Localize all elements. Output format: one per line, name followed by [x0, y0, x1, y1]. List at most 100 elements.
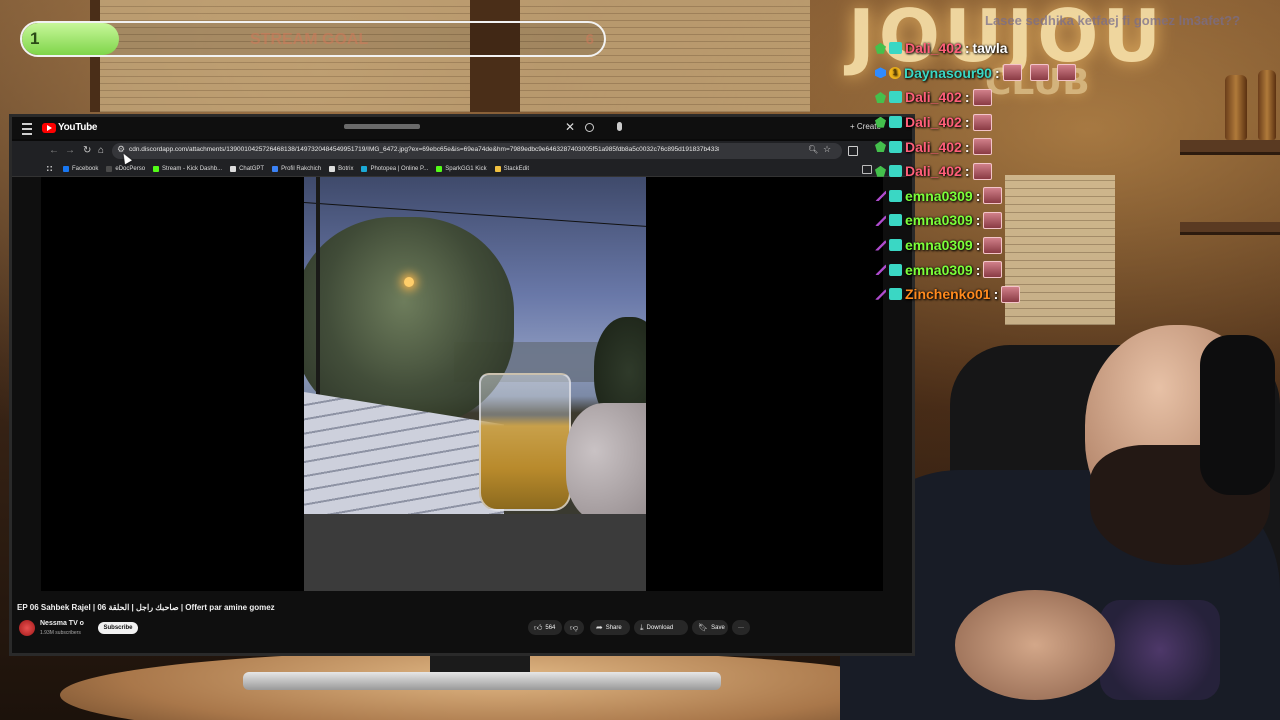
chat-overlay: Dali_402: tawla 1 Daynasour90: Dali_402: Dali… — [875, 36, 1105, 307]
chat-separator: : — [975, 237, 981, 254]
chat-username[interactable]: Daynasour90 — [904, 65, 992, 81]
like-button[interactable]: 👍︎ 564 — [528, 620, 562, 635]
bookmark-favicon-icon — [153, 165, 160, 172]
share-icon: ➦ — [596, 623, 603, 632]
home-icon[interactable]: ⌂ — [98, 145, 104, 156]
headset — [1200, 335, 1275, 495]
emote-icon — [1002, 64, 1022, 82]
chat-message: 1 Daynasour90: — [875, 61, 1105, 86]
page-content: EP 06 Sahbek Rajel | صاحبك راجل | الحلقة… — [12, 177, 912, 653]
bookmark-favicon-icon — [230, 165, 237, 172]
chat-username[interactable]: emna0309 — [905, 188, 973, 204]
all-bookmarks-icon[interactable] — [862, 165, 872, 174]
bookmark-favicon-icon — [272, 165, 279, 172]
zoom-icon[interactable]: 🔍︎ — [808, 145, 818, 154]
bottle — [1225, 75, 1247, 140]
stream-goal-bar: 1 STREAM GOAL 6 — [20, 21, 606, 57]
shared-photo[interactable] — [304, 177, 646, 514]
purple-badge-icon — [875, 288, 886, 300]
download-label: Download — [646, 624, 674, 631]
bookmark-item[interactable]: eDocPerso — [106, 165, 145, 172]
extensions-icon[interactable] — [848, 146, 858, 156]
video-player[interactable] — [41, 177, 883, 591]
apps-grid-icon[interactable] — [46, 165, 53, 172]
bookmark-item[interactable]: ChatGPT — [230, 165, 265, 172]
youtube-logo[interactable]: YouTube — [42, 122, 98, 133]
subscriber-badge-icon — [889, 140, 902, 153]
green-badge-icon — [875, 42, 886, 54]
photo-hand — [566, 403, 646, 514]
address-url: cdn.discordapp.com/attachments/139001042… — [129, 146, 719, 153]
dislike-button[interactable]: 👎︎ — [564, 620, 584, 635]
chat-username[interactable]: Dali_402 — [905, 114, 962, 130]
search-input[interactable] — [344, 124, 420, 129]
bookmark-star-icon[interactable]: ☆ — [823, 144, 831, 155]
bookmark-item[interactable]: Facebook — [63, 165, 98, 172]
shelf — [1180, 222, 1280, 235]
chat-separator: : — [975, 187, 981, 204]
bookmark-label: SparkGG1 Kick — [445, 165, 487, 172]
bookmark-item[interactable]: Stream - Kick Dashb... — [153, 165, 222, 172]
bookmark-item[interactable]: Photopea | Online P... — [361, 165, 428, 172]
chat-username[interactable]: Dali_402 — [905, 89, 962, 105]
youtube-play-icon — [42, 122, 56, 133]
blue-badge-icon — [875, 67, 886, 79]
chat-separator: : — [964, 163, 970, 180]
chat-separator: : — [994, 64, 1000, 81]
menu-icon[interactable] — [22, 123, 32, 135]
bookmark-item[interactable]: StackEdit — [494, 165, 529, 172]
stream-goal-current: 1 — [30, 29, 40, 48]
bookmark-label: ChatGPT — [239, 165, 265, 172]
chat-username[interactable]: Dali_402 — [905, 40, 962, 56]
channel-avatar[interactable] — [19, 620, 35, 636]
subscribe-button[interactable]: Subscribe — [98, 622, 138, 634]
bookmark-item[interactable]: SparkGG1 Kick — [436, 165, 487, 172]
chat-username[interactable]: Dali_402 — [905, 163, 962, 179]
chat-message: emna0309: — [875, 184, 1105, 209]
subscriber-badge-icon — [889, 165, 902, 178]
search-icon[interactable] — [585, 123, 594, 132]
address-bar[interactable]: ⚙ cdn.discordapp.com/attachments/1390010… — [112, 143, 842, 159]
more-actions-button[interactable]: ··· — [732, 620, 750, 635]
share-button[interactable]: ➦ Share — [590, 620, 630, 635]
chat-separator: : — [964, 114, 970, 131]
photo-deck — [304, 392, 504, 514]
chat-separator: : — [975, 261, 981, 278]
download-icon: ⤓ — [640, 622, 644, 632]
chat-message: Zinchenko01: — [875, 282, 1105, 307]
emote-icon — [983, 187, 1003, 205]
photo-light — [404, 277, 414, 287]
subscriber-badge-icon — [889, 214, 902, 227]
chat-message: emna0309: — [875, 233, 1105, 258]
chat-username[interactable]: Dali_402 — [905, 139, 962, 155]
clear-search-icon[interactable]: ✕ — [565, 120, 575, 134]
chat-username[interactable]: emna0309 — [905, 212, 973, 228]
chat-username[interactable]: Zinchenko01 — [905, 286, 991, 302]
purple-badge-icon — [875, 239, 886, 251]
bottle — [1258, 70, 1276, 140]
bookmark-item[interactable]: Profil Rakchich — [272, 165, 321, 172]
reload-icon[interactable]: ↻ — [83, 145, 91, 156]
chat-message: emna0309: — [875, 208, 1105, 233]
purple-badge-icon — [875, 190, 886, 202]
bookmark-item[interactable]: Botrix — [329, 165, 353, 172]
bookmark-favicon-icon — [329, 165, 336, 172]
save-button[interactable]: 🔖︎ Save — [692, 620, 728, 635]
more-icon: ··· — [738, 624, 744, 631]
chat-username[interactable]: emna0309 — [905, 237, 973, 253]
back-arrow-icon[interactable]: ← — [49, 145, 59, 156]
emote-icon — [972, 162, 992, 180]
chat-username[interactable]: emna0309 — [905, 262, 973, 278]
emote-icon — [983, 236, 1003, 254]
shirt-print — [1100, 600, 1220, 700]
like-count: 564 — [545, 624, 556, 631]
emote-icon — [1056, 64, 1076, 82]
youtube-logo-text: YouTube — [58, 122, 98, 133]
channel-name[interactable]: Nessma TV o — [40, 620, 84, 627]
forward-arrow-icon[interactable]: → — [65, 145, 75, 156]
download-button[interactable]: ⤓ Download — [634, 620, 688, 635]
bookmark-favicon-icon — [361, 165, 368, 172]
share-label: Share — [605, 624, 622, 631]
mic-icon[interactable] — [617, 122, 622, 131]
subscriber-badge-icon — [889, 91, 902, 104]
